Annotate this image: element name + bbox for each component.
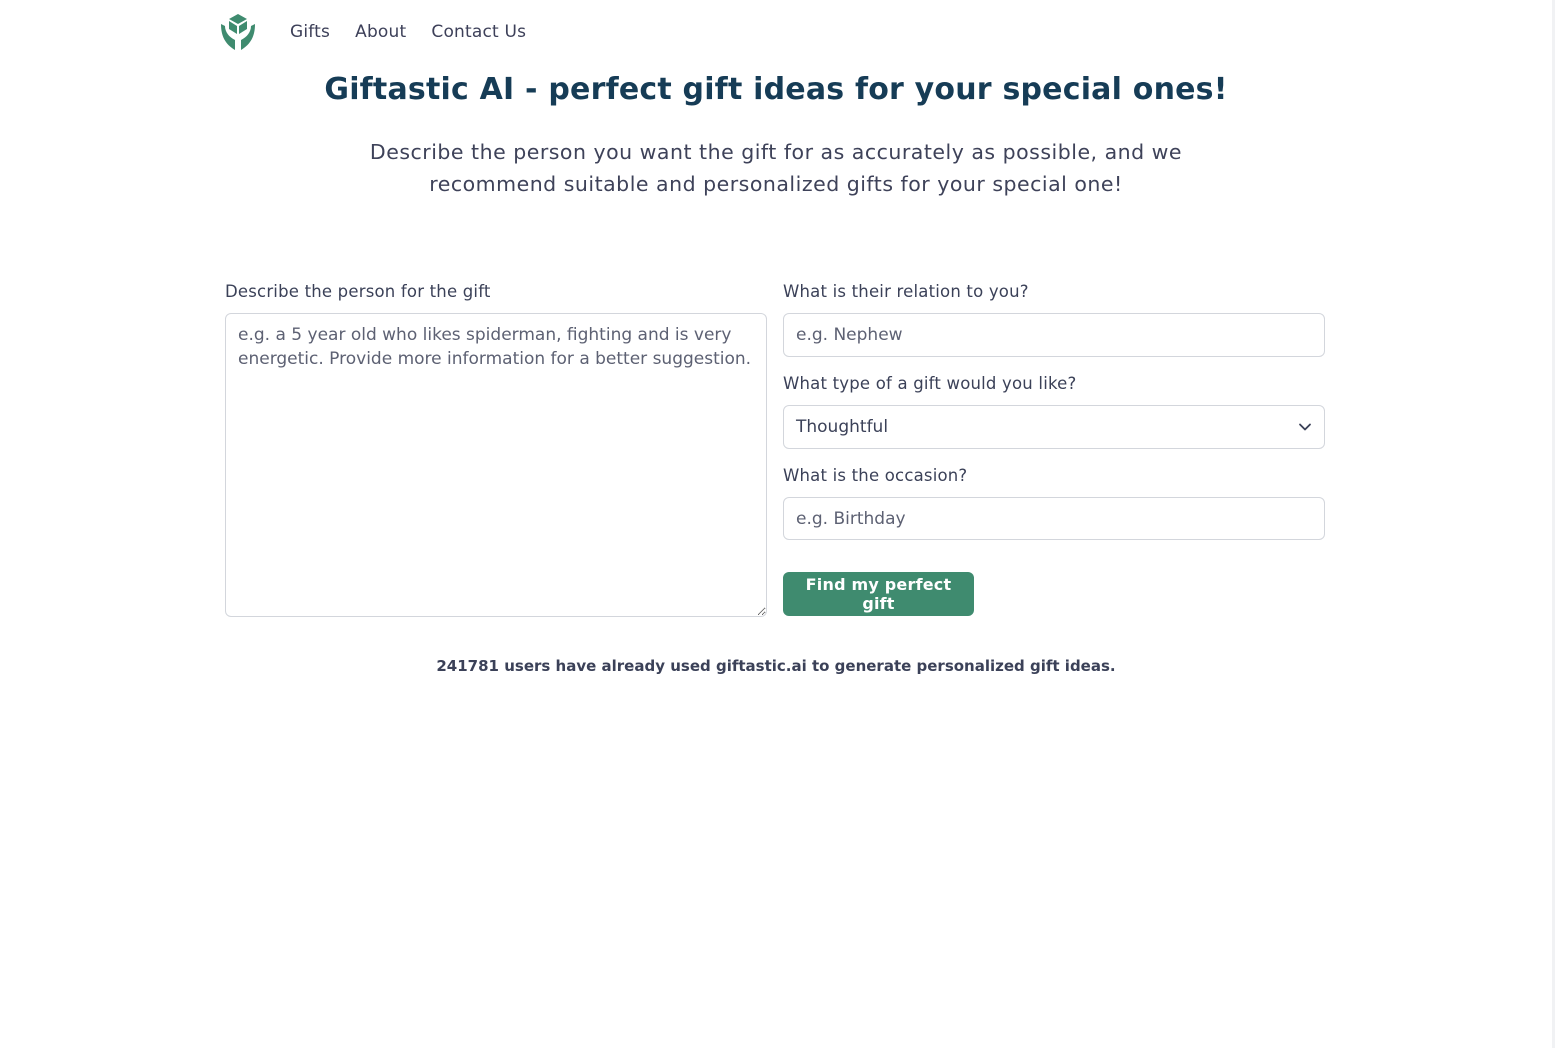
relation-input[interactable] [783,313,1325,357]
occasion-label: What is the occasion? [783,466,968,485]
gift-type-label: What type of a gift would you like? [783,374,1077,393]
nav-link-gifts[interactable]: Gifts [290,22,330,42]
gift-type-selected-value: Thoughtful [796,417,889,437]
gift-type-select[interactable]: Thoughtful [783,405,1325,449]
nav-link-about[interactable]: About [355,22,406,42]
page-subtitle: Describe the person you want the gift fo… [369,140,1183,196]
page-title: Giftastic AI - perfect gift ideas for yo… [324,72,1228,107]
occasion-input[interactable] [783,497,1325,540]
chevron-down-icon [1299,423,1311,431]
top-nav: Gifts About Contact Us [219,8,551,56]
relation-label: What is their relation to you? [783,282,1029,301]
nav-link-contact-us[interactable]: Contact Us [431,22,526,42]
leaf-hands-icon[interactable] [219,12,257,52]
description-label: Describe the person for the gift [225,282,491,301]
description-textarea[interactable] [225,313,767,617]
usage-stats: 241781 users have already used giftastic… [436,657,1116,675]
find-gift-button[interactable]: Find my perfect gift [783,572,974,616]
